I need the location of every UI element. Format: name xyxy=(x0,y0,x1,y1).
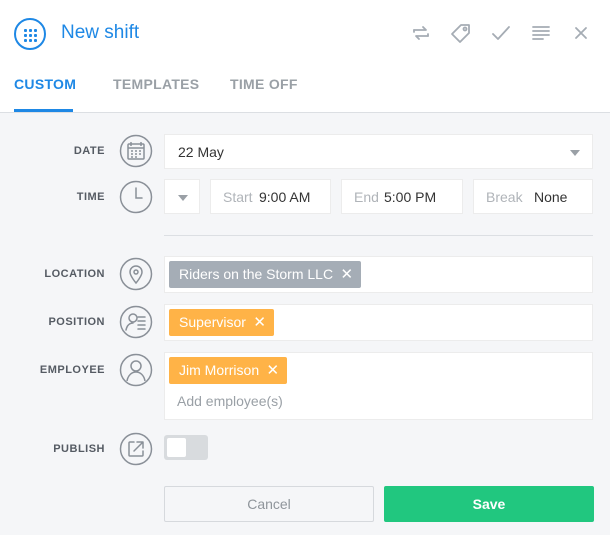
date-select[interactable]: 22 May xyxy=(164,134,593,169)
cancel-button[interactable]: Cancel xyxy=(164,486,374,522)
location-label: LOCATION xyxy=(44,268,105,280)
tab-bar: CUSTOM TEMPLATES TIME OFF xyxy=(0,68,610,113)
start-value: 9:00 AM xyxy=(259,189,311,205)
calendar-icon xyxy=(119,134,153,168)
check-icon[interactable] xyxy=(490,22,512,44)
tag-icon[interactable] xyxy=(450,22,472,44)
chevron-down-icon xyxy=(178,195,188,201)
toggle-knob xyxy=(167,438,186,457)
notes-icon[interactable] xyxy=(530,22,552,44)
publish-icon xyxy=(119,432,153,466)
location-tag-label: Riders on the Storm LLC xyxy=(179,266,334,282)
remove-icon[interactable]: ✕ xyxy=(341,261,354,288)
repeat-icon[interactable] xyxy=(410,22,432,44)
employee-tag[interactable]: Jim Morrison ✕ xyxy=(169,357,288,384)
position-icon xyxy=(119,305,153,339)
tab-custom[interactable]: CUSTOM xyxy=(14,76,76,92)
save-button[interactable]: Save xyxy=(384,486,594,522)
close-icon[interactable] xyxy=(570,22,592,44)
date-label: DATE xyxy=(73,145,105,157)
end-label: End xyxy=(354,189,379,205)
form-body: DATE 22 May TIME Start 9:00 AM End 5:00 … xyxy=(0,113,610,535)
location-field[interactable]: Riders on the Storm LLC ✕ xyxy=(164,256,593,293)
active-tab-indicator xyxy=(14,109,73,112)
remove-icon[interactable]: ✕ xyxy=(267,357,280,384)
clock-icon xyxy=(119,180,153,214)
position-tag[interactable]: Supervisor ✕ xyxy=(169,309,274,336)
location-pin-icon xyxy=(119,257,153,291)
end-value: 5:00 PM xyxy=(384,189,437,205)
remove-icon[interactable]: ✕ xyxy=(253,309,266,336)
position-label: POSITION xyxy=(48,316,105,328)
dialog-title: New shift xyxy=(61,22,140,43)
date-value: 22 May xyxy=(178,144,224,160)
time-preset-select[interactable] xyxy=(164,179,200,214)
publish-label: PUBLISH xyxy=(53,443,105,455)
calendar-grid-icon xyxy=(14,18,46,50)
chevron-down-icon xyxy=(570,150,580,156)
break-value: None xyxy=(534,189,568,205)
break-field[interactable]: Break None xyxy=(473,179,593,214)
publish-toggle[interactable] xyxy=(164,435,208,460)
employee-field[interactable]: Jim Morrison ✕ Add employee(s) xyxy=(164,352,593,420)
location-tag[interactable]: Riders on the Storm LLC ✕ xyxy=(169,261,362,288)
tab-templates[interactable]: TEMPLATES xyxy=(113,76,199,92)
employee-tag-label: Jim Morrison xyxy=(179,362,260,378)
dialog-header: New shift xyxy=(0,0,610,68)
position-tag-label: Supervisor xyxy=(179,314,246,330)
employee-input[interactable]: Add employee(s) xyxy=(177,393,283,409)
person-icon xyxy=(119,353,153,387)
tab-time-off[interactable]: TIME OFF xyxy=(230,76,298,92)
start-label: Start xyxy=(223,189,253,205)
end-time-field[interactable]: End 5:00 PM xyxy=(341,179,463,214)
start-time-field[interactable]: Start 9:00 AM xyxy=(210,179,331,214)
position-field[interactable]: Supervisor ✕ xyxy=(164,304,593,341)
break-label: Break xyxy=(486,189,523,205)
employee-label: EMPLOYEE xyxy=(39,364,105,376)
divider xyxy=(164,235,593,236)
time-label: TIME xyxy=(76,191,105,203)
